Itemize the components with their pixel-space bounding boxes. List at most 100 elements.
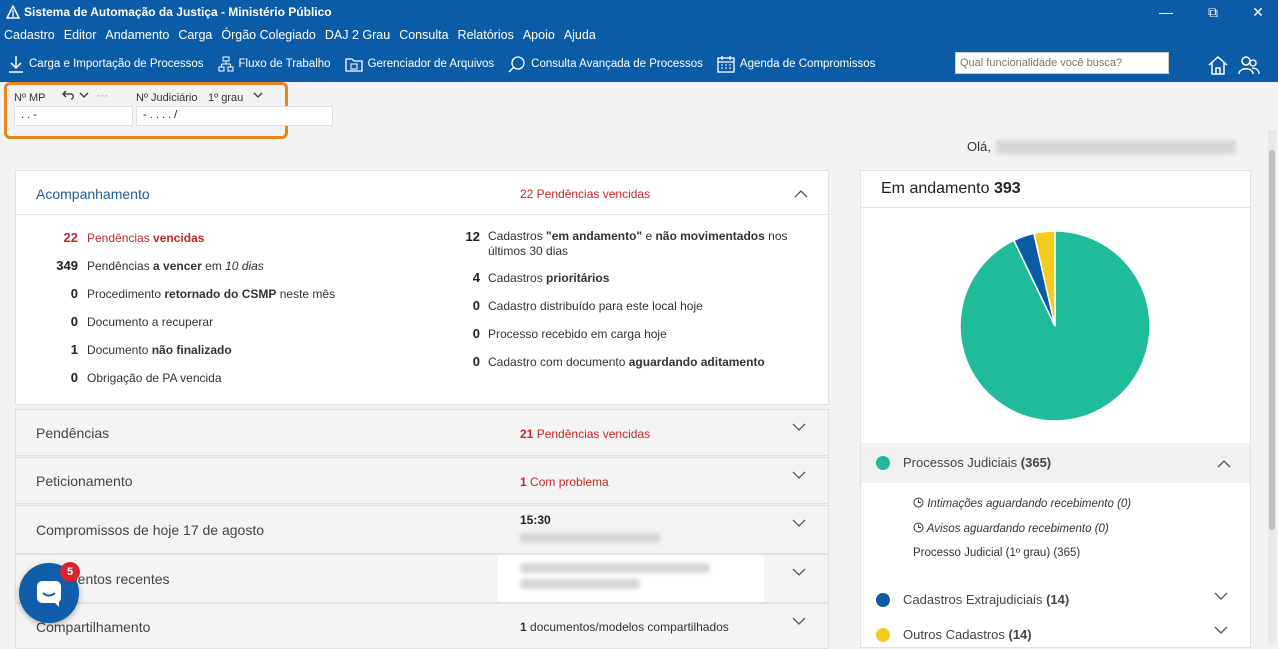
nao-movimentados-link[interactable]: Cadastros "em andamento" e não movimenta… bbox=[488, 229, 788, 243]
nao-movimentados-link-line2: últimos 30 dias bbox=[488, 244, 569, 258]
documento-nao-finalizado-link[interactable]: Documento não finalizado bbox=[87, 343, 232, 357]
carga-importacao-button[interactable]: Carga e Importação de Processos bbox=[8, 55, 204, 73]
pendencias-a-vencer-count: 349 bbox=[56, 258, 78, 273]
menu-consulta[interactable]: Consulta bbox=[399, 28, 448, 42]
pendencias-vencidas-link[interactable]: Pendências vencidas bbox=[87, 231, 204, 245]
chevron-up-icon[interactable] bbox=[1217, 459, 1231, 469]
prioritarios-link[interactable]: Cadastros prioritários bbox=[488, 271, 609, 285]
prioritarios-count: 4 bbox=[472, 270, 480, 285]
acompanhamento-header[interactable]: Acompanhamento 22 Pendências vencidas bbox=[16, 171, 828, 215]
peticionamento-title: Peticionamento bbox=[36, 473, 133, 489]
fluxo-trabalho-button[interactable]: Fluxo de Trabalho bbox=[218, 56, 331, 72]
chevron-down-icon[interactable] bbox=[792, 422, 806, 432]
avisos-item[interactable]: Avisos aguardando recebimento (0) bbox=[913, 522, 1109, 535]
menu-cadastro[interactable]: Cadastro bbox=[4, 28, 55, 42]
acompanhamento-title: Acompanhamento bbox=[36, 186, 150, 202]
outros-cadastros-dot bbox=[876, 628, 890, 642]
cadastros-extrajudiciais-dot bbox=[876, 593, 890, 607]
users-icon[interactable] bbox=[1238, 54, 1260, 76]
menu-apoio[interactable]: Apoio bbox=[523, 28, 555, 42]
aditamento-link[interactable]: Cadastro com documento aguardando aditam… bbox=[488, 355, 765, 369]
menu-editor[interactable]: Editor bbox=[64, 28, 97, 42]
cadastros-extrajudiciais-label: Cadastros Extrajudiciais (14) bbox=[903, 592, 1070, 607]
more-options-icon[interactable]: ··· bbox=[97, 90, 108, 102]
obrigacao-pa-count: 0 bbox=[70, 370, 78, 385]
em-andamento-header: Em andamento 393 bbox=[861, 171, 1250, 208]
compromisso-redacted bbox=[520, 533, 660, 543]
processos-judiciais-details: Intimações aguardando recebimento (0) Av… bbox=[861, 483, 1250, 579]
intimacoes-item[interactable]: Intimações aguardando recebimento (0) bbox=[913, 497, 1131, 510]
gerenciador-arquivos-label: Gerenciador de Arquivos bbox=[367, 58, 495, 70]
close-button[interactable]: ✕ bbox=[1238, 0, 1278, 24]
funcionalidade-search-input[interactable] bbox=[955, 52, 1169, 74]
menu-ajuda[interactable]: Ajuda bbox=[564, 28, 596, 42]
compartilhamento-panel[interactable]: Compartilhamento 1 documentos/modelos co… bbox=[15, 603, 829, 649]
documento-recuperar-count: 0 bbox=[70, 314, 78, 329]
pie-area bbox=[861, 208, 1250, 443]
chevron-down-icon[interactable] bbox=[792, 470, 806, 480]
chat-unread-badge: 5 bbox=[60, 562, 80, 582]
obrigacao-pa-link[interactable]: Obrigação de PA vencida bbox=[87, 371, 222, 385]
chevron-down-icon[interactable] bbox=[1214, 625, 1228, 635]
agenda-compromissos-button[interactable]: Agenda de Compromissos bbox=[717, 55, 876, 73]
compromissos-panel[interactable]: Compromissos de hoje 17 de agosto 15:30 bbox=[15, 505, 829, 554]
menu-carga[interactable]: Carga bbox=[178, 28, 212, 42]
njud-label: Nº Judiciário bbox=[136, 92, 198, 104]
nao-movimentados-count: 12 bbox=[465, 229, 480, 244]
home-icon[interactable] bbox=[1207, 54, 1229, 76]
pie-chart bbox=[959, 230, 1151, 422]
folder-icon bbox=[344, 58, 363, 72]
consulta-avancada-button[interactable]: Consulta Avançada de Processos bbox=[508, 55, 703, 73]
chevron-down-icon[interactable] bbox=[79, 91, 89, 99]
consulta-avancada-label: Consulta Avançada de Processos bbox=[531, 58, 703, 70]
retornado-csmp-link[interactable]: Procedimento retornado do CSMP neste mês bbox=[87, 287, 335, 301]
menu-daj-2-grau[interactable]: DAJ 2 Grau bbox=[325, 28, 390, 42]
processo-judicial-grau-item[interactable]: Processo Judicial (1º grau) (365) bbox=[913, 547, 1080, 559]
legend-cadastros-extrajudiciais[interactable]: Cadastros Extrajudiciais (14) bbox=[861, 579, 1250, 617]
njud-input[interactable]: - . . . . / bbox=[136, 106, 333, 126]
menu-bar: Cadastro Editor Andamento Carga Órgão Co… bbox=[0, 24, 1278, 46]
legend-outros-cadastros[interactable]: Outros Cadastros (14) bbox=[861, 617, 1250, 647]
scrollbar-thumb[interactable] bbox=[1269, 150, 1275, 530]
gerenciador-arquivos-button[interactable]: Gerenciador de Arquivos bbox=[344, 56, 495, 72]
chevron-up-icon[interactable] bbox=[794, 189, 808, 199]
menu-orgao-colegiado[interactable]: Órgão Colegiado bbox=[221, 28, 316, 42]
restore-button[interactable]: ⧉ bbox=[1193, 0, 1233, 24]
grau-chevron-icon[interactable] bbox=[253, 91, 263, 99]
chevron-down-icon[interactable] bbox=[792, 518, 806, 528]
nmp-input[interactable]: . . - bbox=[14, 106, 133, 126]
carga-importacao-label: Carga e Importação de Processos bbox=[29, 58, 204, 70]
acompanhamento-summary: 22 Pendências vencidas bbox=[520, 187, 651, 201]
recentes-redacted-2 bbox=[520, 579, 640, 589]
recebido-carga-link[interactable]: Processo recebido em carga hoje bbox=[488, 327, 667, 341]
app-logo-icon bbox=[6, 5, 20, 19]
chevron-down-icon[interactable] bbox=[792, 616, 806, 626]
peticionamento-panel[interactable]: Peticionamento 1 Com problema bbox=[15, 457, 829, 504]
window-title: Sistema de Automação da Justiça - Minist… bbox=[24, 5, 332, 19]
pendencias-title: Pendências bbox=[36, 425, 110, 441]
em-andamento-title: Em andamento 393 bbox=[881, 180, 1021, 197]
clock-icon bbox=[913, 497, 924, 508]
grau-select[interactable]: 1º grau bbox=[208, 92, 243, 104]
chevron-down-icon[interactable] bbox=[1214, 591, 1228, 601]
distribuido-link[interactable]: Cadastro distribuído para este local hoj… bbox=[488, 299, 703, 313]
legend-processos-judiciais[interactable]: Processos Judiciais (365) bbox=[861, 443, 1250, 483]
menu-relatorios[interactable]: Relatórios bbox=[458, 28, 514, 42]
documentos-recentes-panel[interactable]: mentos recentes bbox=[15, 554, 829, 603]
undo-icon[interactable] bbox=[62, 89, 76, 101]
minimize-icon: — bbox=[1159, 4, 1173, 20]
close-icon: ✕ bbox=[1252, 3, 1264, 20]
minimize-button[interactable]: — bbox=[1146, 0, 1186, 24]
page-scrollbar[interactable] bbox=[1268, 130, 1276, 645]
processos-judiciais-label: Processos Judiciais (365) bbox=[903, 455, 1052, 470]
agenda-compromissos-label: Agenda de Compromissos bbox=[739, 58, 876, 70]
chevron-down-icon[interactable] bbox=[792, 567, 806, 577]
menu-andamento[interactable]: Andamento bbox=[105, 28, 169, 42]
recentes-redacted-1 bbox=[520, 563, 710, 573]
pendencias-vencidas-count: 22 bbox=[63, 230, 78, 245]
documento-recuperar-link[interactable]: Documento a recuperar bbox=[87, 315, 213, 329]
pendencias-a-vencer-link[interactable]: Pendências a vencer em 10 dias bbox=[87, 259, 264, 273]
outros-cadastros-label: Outros Cadastros (14) bbox=[903, 627, 1032, 642]
pendencias-panel[interactable]: Pendências 21 Pendências vencidas bbox=[15, 409, 829, 456]
compartilhamento-summary: 1 documentos/modelos compartilhados bbox=[520, 620, 729, 634]
